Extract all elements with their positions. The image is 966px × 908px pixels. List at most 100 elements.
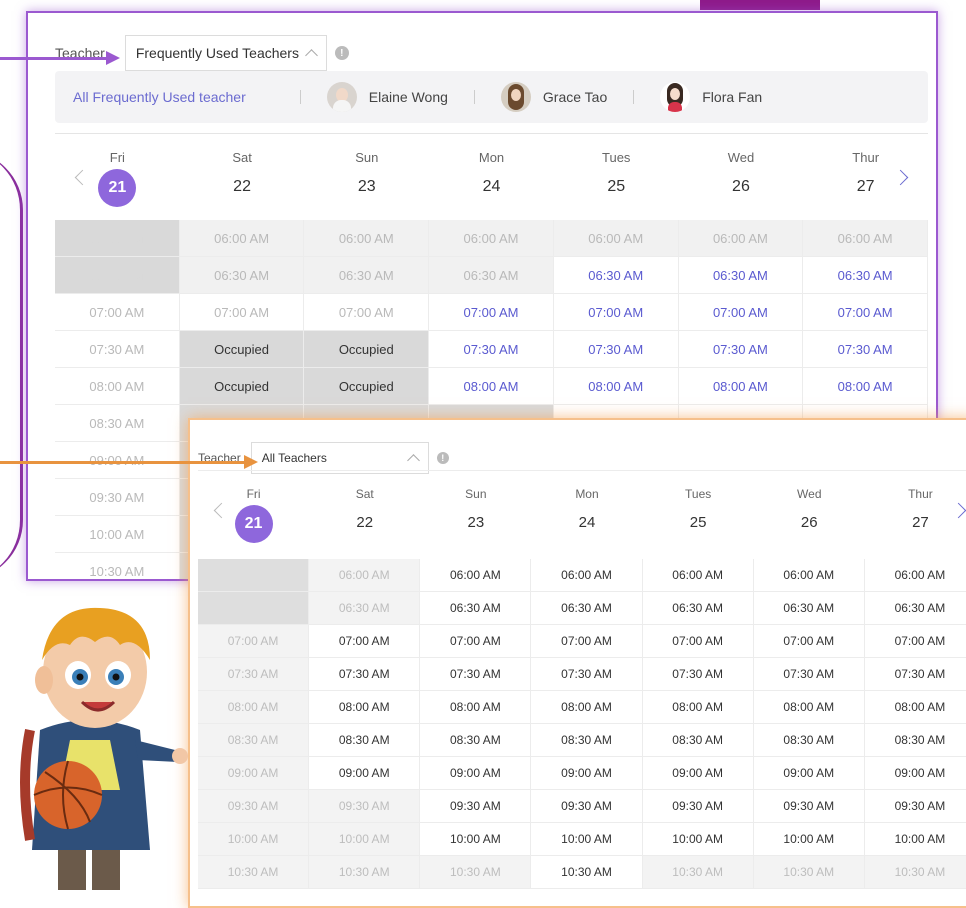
unavailable-time-slot: 07:00 AM [198, 625, 310, 658]
available-time-slot[interactable]: 07:30 AM [420, 658, 532, 691]
teacher-name: Grace Tao [542, 89, 608, 105]
available-time-slot[interactable]: 08:00 AM [803, 368, 928, 405]
available-time-slot[interactable]: 07:00 AM [309, 625, 421, 658]
available-time-slot[interactable]: 06:30 AM [678, 257, 804, 294]
available-time-slot[interactable]: 07:30 AM [753, 658, 865, 691]
available-time-slot[interactable]: 07:00 AM [642, 625, 754, 658]
available-time-slot[interactable]: 08:00 AM [642, 691, 754, 724]
available-time-slot[interactable]: 09:00 AM [531, 757, 643, 790]
available-time-slot[interactable]: 08:00 AM [429, 368, 554, 405]
available-time-slot[interactable]: 09:30 AM [531, 790, 643, 823]
available-time-slot[interactable]: 07:30 AM [642, 658, 754, 691]
available-time-slot[interactable]: 08:00 AM [678, 368, 804, 405]
day-column-header[interactable]: Mon 24 [429, 134, 554, 220]
available-time-slot[interactable]: 07:00 AM [553, 294, 679, 331]
available-time-slot[interactable]: 07:00 AM [678, 294, 804, 331]
available-time-slot[interactable]: 07:00 AM [803, 294, 928, 331]
available-time-slot[interactable]: 08:00 AM [420, 691, 532, 724]
available-time-slot[interactable]: 06:00 AM [753, 559, 865, 592]
available-time-slot[interactable]: 09:00 AM [642, 757, 754, 790]
teacher-select-value: Frequently Used Teachers [135, 45, 299, 61]
teacher-select[interactable]: Frequently Used Teachers [124, 35, 327, 71]
unavailable-time-slot: 07:30 AM [55, 331, 180, 368]
favorite-teachers-bar: All Frequently Used teacher Elaine Wong … [55, 71, 928, 123]
available-time-slot[interactable]: 10:00 AM [531, 823, 643, 856]
available-time-slot[interactable]: 07:00 AM [531, 625, 643, 658]
selected-date: 21 [234, 505, 273, 543]
unavailable-time-slot: 06:00 AM [429, 220, 554, 257]
available-time-slot[interactable]: 06:30 AM [753, 592, 865, 625]
favorite-teacher-elaine-wong[interactable]: Elaine Wong [326, 82, 448, 112]
available-time-slot[interactable]: 07:30 AM [531, 658, 643, 691]
available-time-slot[interactable]: 08:30 AM [753, 724, 865, 757]
available-time-slot[interactable]: 07:30 AM [864, 658, 966, 691]
day-column-header[interactable]: Sat 22 [180, 134, 305, 220]
all-favorite-teachers-link[interactable]: All Frequently Used teacher [73, 89, 246, 105]
day-column-header[interactable]: Wed 26 [679, 134, 804, 220]
unavailable-time-slot: 06:00 AM [55, 220, 180, 257]
available-time-slot[interactable]: 09:30 AM [642, 790, 754, 823]
available-time-slot[interactable]: 08:30 AM [864, 724, 966, 757]
favorite-teacher-grace-tao[interactable]: Grace Tao [500, 82, 608, 112]
day-column-header[interactable]: Sun 23 [304, 134, 429, 220]
day-column-header[interactable]: Tues 25 [643, 471, 754, 559]
available-time-slot[interactable]: 09:30 AM [753, 790, 865, 823]
day-name: Tues [602, 150, 631, 165]
available-time-slot[interactable]: 07:00 AM [753, 625, 865, 658]
available-time-slot[interactable]: 06:00 AM [420, 559, 532, 592]
decorative-curve [0, 150, 23, 580]
available-time-slot[interactable]: 10:00 AM [642, 823, 754, 856]
available-time-slot[interactable]: 09:30 AM [420, 790, 532, 823]
available-time-slot[interactable]: 06:30 AM [420, 592, 532, 625]
available-time-slot[interactable]: 06:00 AM [531, 559, 643, 592]
available-time-slot[interactable]: 07:30 AM [429, 331, 554, 368]
divider [633, 90, 635, 104]
available-time-slot[interactable]: 06:30 AM [864, 592, 966, 625]
available-time-slot[interactable]: 07:30 AM [309, 658, 421, 691]
available-time-slot[interactable]: 08:00 AM [553, 368, 679, 405]
available-time-slot[interactable]: 10:00 AM [753, 823, 865, 856]
day-column-header[interactable]: Fri 21 [198, 471, 309, 559]
available-time-slot[interactable]: 07:00 AM [429, 294, 554, 331]
available-time-slot[interactable]: 09:00 AM [309, 757, 421, 790]
available-time-slot[interactable]: 09:00 AM [420, 757, 532, 790]
available-time-slot[interactable]: 08:00 AM [309, 691, 421, 724]
day-column-header[interactable]: Thur 27 [803, 134, 928, 220]
day-column-header[interactable]: Sat 22 [309, 471, 420, 559]
available-time-slot[interactable]: 10:30 AM [531, 856, 643, 889]
available-time-slot[interactable]: 09:00 AM [753, 757, 865, 790]
available-time-slot[interactable]: 08:00 AM [864, 691, 966, 724]
day-column-header[interactable]: Mon 24 [531, 471, 642, 559]
available-time-slot[interactable]: 08:30 AM [531, 724, 643, 757]
available-time-slot[interactable]: 06:00 AM [864, 559, 966, 592]
favorite-teacher-flora-fan[interactable]: Flora Fan [660, 82, 762, 112]
info-icon[interactable]: ! [436, 452, 449, 464]
available-time-slot[interactable]: 08:00 AM [753, 691, 865, 724]
available-time-slot[interactable]: 06:00 AM [642, 559, 754, 592]
available-time-slot[interactable]: 10:00 AM [420, 823, 532, 856]
available-time-slot[interactable]: 06:30 AM [803, 257, 928, 294]
avatar [326, 82, 357, 112]
available-time-slot[interactable]: 07:30 AM [803, 331, 928, 368]
available-time-slot[interactable]: 06:30 AM [553, 257, 679, 294]
available-time-slot[interactable]: 09:00 AM [864, 757, 966, 790]
available-time-slot[interactable]: 09:30 AM [864, 790, 966, 823]
available-time-slot[interactable]: 10:00 AM [864, 823, 966, 856]
day-column-header[interactable]: Tues 25 [554, 134, 679, 220]
day-column-header[interactable]: Wed 26 [754, 471, 865, 559]
day-column-header[interactable]: Thur 27 [865, 471, 966, 559]
date-number: 27 [856, 178, 875, 195]
info-icon[interactable]: ! [334, 46, 349, 60]
available-time-slot[interactable]: 07:30 AM [553, 331, 679, 368]
available-time-slot[interactable]: 08:30 AM [420, 724, 532, 757]
day-column-header[interactable]: Sun 23 [420, 471, 531, 559]
available-time-slot[interactable]: 06:30 AM [531, 592, 643, 625]
available-time-slot[interactable]: 07:30 AM [678, 331, 804, 368]
available-time-slot[interactable]: 07:00 AM [864, 625, 966, 658]
available-time-slot[interactable]: 08:30 AM [309, 724, 421, 757]
available-time-slot[interactable]: 08:00 AM [531, 691, 643, 724]
available-time-slot[interactable]: 06:30 AM [642, 592, 754, 625]
available-time-slot[interactable]: 07:00 AM [420, 625, 532, 658]
available-time-slot[interactable]: 08:30 AM [642, 724, 754, 757]
unavailable-time-slot: 10:30 AM [642, 856, 754, 889]
